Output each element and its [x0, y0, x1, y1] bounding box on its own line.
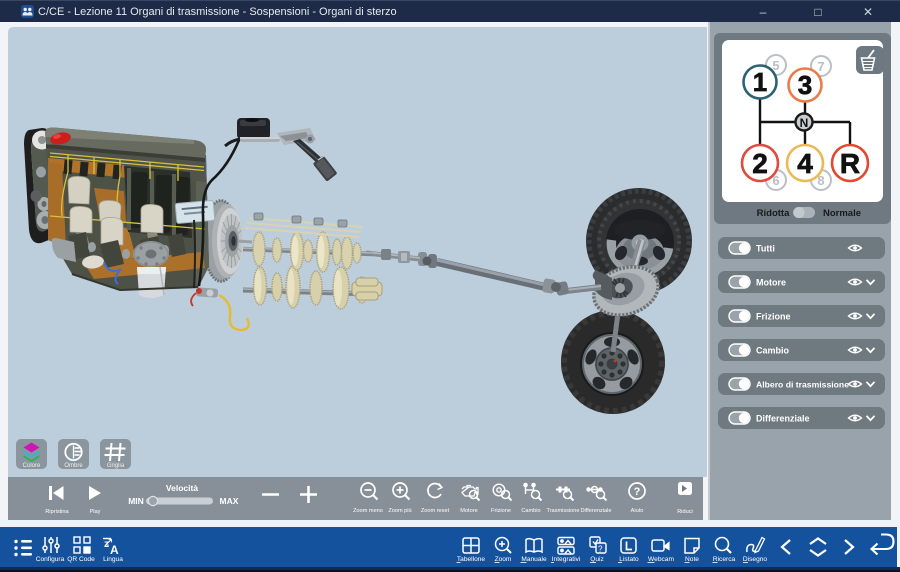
svg-text:Disegno: Disegno — [743, 556, 768, 563]
svg-text:4: 4 — [797, 148, 813, 179]
svg-text:Zoom più: Zoom più — [388, 508, 411, 514]
svg-text:Note: Note — [685, 556, 699, 563]
svg-text:?: ? — [634, 486, 641, 498]
svg-text:Motore: Motore — [756, 278, 786, 288]
svg-text:Ripristina: Ripristina — [45, 509, 69, 515]
svg-text:N: N — [800, 116, 809, 130]
svg-text:QR Code: QR Code — [67, 556, 95, 563]
svg-text:1: 1 — [753, 67, 767, 97]
svg-text:3: 3 — [798, 70, 812, 100]
svg-text:z: z — [104, 539, 109, 550]
svg-text:Manuale: Manuale — [521, 556, 547, 563]
svg-text:MAX: MAX — [220, 496, 239, 506]
svg-text:MIN: MIN — [128, 496, 144, 506]
svg-text:Colore: Colore — [23, 463, 41, 469]
svg-text:Zoom meno: Zoom meno — [353, 508, 383, 514]
svg-text:Aiuto: Aiuto — [631, 508, 644, 514]
svg-text:Riduci: Riduci — [677, 509, 693, 515]
svg-text:Listato: Listato — [619, 556, 639, 563]
svg-text:Zoom: Zoom — [495, 556, 512, 563]
svg-text:Differenziale: Differenziale — [756, 414, 810, 424]
svg-text:Differenziale: Differenziale — [581, 508, 612, 514]
svg-text:2: 2 — [752, 148, 768, 179]
svg-text:Ridotta: Ridotta — [757, 208, 790, 219]
svg-text:Motore: Motore — [460, 508, 477, 514]
svg-text:Velocità: Velocità — [166, 483, 198, 493]
svg-text:Tabellone: Tabellone — [457, 556, 486, 563]
svg-text:Ricerca: Ricerca — [713, 556, 736, 563]
svg-text:Configura: Configura — [36, 556, 65, 563]
svg-text:Play: Play — [90, 509, 101, 515]
svg-text:Frizione: Frizione — [756, 312, 791, 322]
svg-text:Normale: Normale — [823, 208, 861, 219]
svg-text:Tutti: Tutti — [756, 244, 775, 254]
svg-text:Zoom reset: Zoom reset — [421, 508, 450, 514]
svg-text:R: R — [840, 148, 860, 179]
svg-text:Albero di trasmissione: Albero di trasmissione — [756, 380, 849, 390]
svg-text:7: 7 — [817, 59, 824, 74]
svg-text:Webcam: Webcam — [648, 556, 674, 563]
svg-text:?: ? — [598, 545, 603, 554]
svg-text:Cambio: Cambio — [521, 508, 540, 514]
svg-text:Quiz: Quiz — [590, 556, 604, 563]
svg-text:Cambio: Cambio — [756, 346, 790, 356]
svg-text:Ombre: Ombre — [64, 463, 83, 469]
svg-text:Frizione: Frizione — [491, 508, 511, 514]
svg-text:Trasmissione: Trasmissione — [546, 508, 579, 514]
svg-text:Griglia: Griglia — [107, 463, 125, 469]
svg-text:Lingua: Lingua — [103, 556, 123, 563]
svg-text:A: A — [110, 543, 119, 557]
svg-text:Integrativi: Integrativi — [552, 556, 581, 563]
